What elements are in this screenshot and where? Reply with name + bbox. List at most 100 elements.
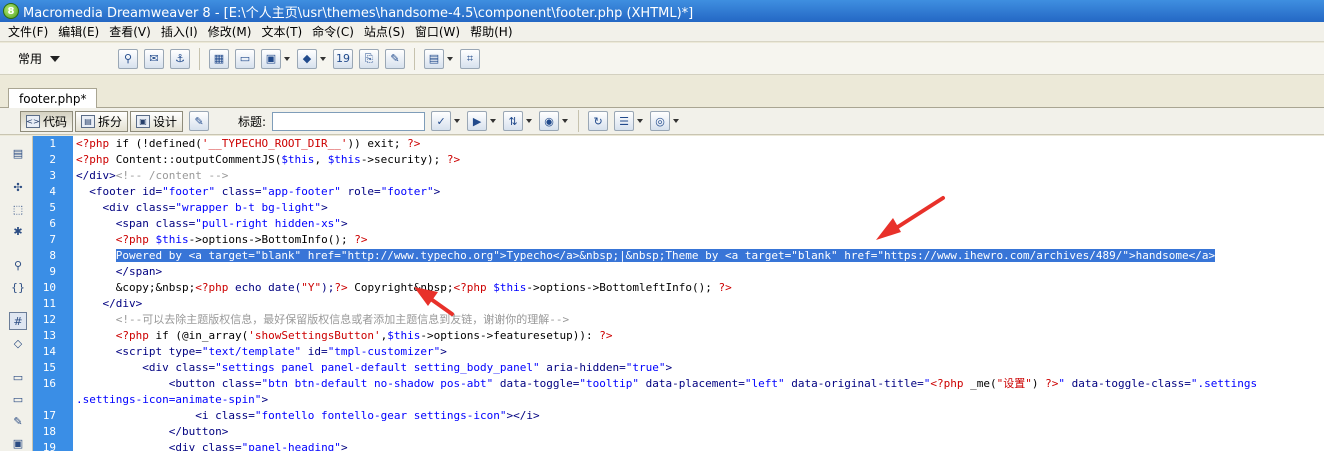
named-anchor-icon[interactable]: ⚓ xyxy=(170,48,190,69)
hyperlink-icon[interactable]: ⚲ xyxy=(118,48,138,69)
code-line[interactable]: <div class="wrapper b-t bg-light"> xyxy=(76,200,327,216)
file-transfer-icon[interactable]: ⇅ xyxy=(503,111,524,131)
expand-all-icon[interactable]: ✱ xyxy=(9,222,27,240)
layer-icon[interactable]: ▭ xyxy=(235,48,255,69)
menu-item-4[interactable]: 修改(M) xyxy=(204,23,256,40)
code-line[interactable]: </div> xyxy=(76,296,142,312)
split-view-button[interactable]: ▤ 拆分 xyxy=(75,110,129,132)
code-line[interactable]: <span class="pull-right hidden-xs"> xyxy=(76,216,348,232)
code-line[interactable]: <?php if (!defined('__TYPECHO_ROOT_DIR__… xyxy=(76,136,420,152)
date-icon[interactable]: 19 xyxy=(333,48,353,69)
image-icon[interactable]: ▣ xyxy=(261,48,281,69)
menu-item-7[interactable]: 站点(S) xyxy=(360,23,409,40)
code-line[interactable]: <footer id="footer" class="app-footer" r… xyxy=(76,184,440,200)
live-data-icon[interactable]: ✎ xyxy=(189,111,210,131)
visual-aids-icon[interactable]: ◎ xyxy=(650,111,671,131)
tag-chooser-icon[interactable]: ⌗ xyxy=(460,48,480,69)
code-token: <footer xyxy=(76,185,143,198)
apply-comment-icon[interactable]: ▭ xyxy=(9,368,27,386)
template-icon[interactable]: ▤ xyxy=(424,48,444,69)
menu-item-9[interactable]: 帮助(H) xyxy=(466,23,516,40)
remove-comment-icon[interactable]: ▭ xyxy=(9,390,27,408)
code-token: , xyxy=(314,153,328,166)
code-token: ) xyxy=(1031,377,1046,390)
code-token: if (@in_array( xyxy=(148,329,249,342)
menu-item-5[interactable]: 文本(T) xyxy=(257,23,306,40)
menu-item-8[interactable]: 窗口(W) xyxy=(411,23,464,40)
chevron-down-icon[interactable] xyxy=(447,56,453,61)
refresh-icon[interactable]: ↻ xyxy=(588,111,609,131)
menu-item-6[interactable]: 命令(C) xyxy=(308,23,358,40)
code-line[interactable]: </button> xyxy=(76,424,229,440)
chevron-down-icon[interactable] xyxy=(637,119,644,123)
document-title-input[interactable] xyxy=(272,111,426,131)
browser-check-icon[interactable]: ▶ xyxy=(467,111,488,131)
code-token: class= xyxy=(221,377,262,390)
code-line[interactable]: Powered by <a target="blank" href="http:… xyxy=(76,248,1216,264)
code-token: > xyxy=(340,441,348,451)
code-line[interactable]: <button class="btn btn-default no-shadow… xyxy=(76,376,1257,392)
code-token: ?> xyxy=(407,137,421,150)
chevron-down-icon[interactable] xyxy=(284,56,290,61)
document-tab[interactable]: footer.php* xyxy=(8,88,98,109)
preview-in-browser-icon[interactable]: ◉ xyxy=(539,111,560,131)
recent-snippets-icon[interactable]: ▣ xyxy=(9,434,27,451)
chevron-down-icon[interactable] xyxy=(320,56,326,61)
menu-item-1[interactable]: 编辑(E) xyxy=(54,23,103,40)
code-line[interactable]: &copy;&nbsp;<?php echo date("Y");?> Copy… xyxy=(76,280,732,296)
menu-item-0[interactable]: 文件(F) xyxy=(4,23,52,40)
wrap-tag-icon[interactable]: ✎ xyxy=(9,412,27,430)
code-line[interactable]: <script type="text/template" id="tmpl-cu… xyxy=(76,344,447,360)
code-token: </button> xyxy=(76,425,229,438)
balance-braces-icon[interactable]: {} xyxy=(9,278,27,296)
chevron-down-icon[interactable] xyxy=(562,119,569,123)
table-icon[interactable]: ▦ xyxy=(209,48,229,69)
code-view-button[interactable]: <> 代码 xyxy=(20,110,74,132)
code-token: $this xyxy=(281,153,315,166)
menu-bar: 文件(F) 编辑(E) 查看(V) 插入(I) 修改(M) 文本(T) 命令(C) 站点(S)… xyxy=(0,22,1324,42)
code-token: $this xyxy=(493,281,527,294)
line-number: 7 xyxy=(49,233,56,246)
code-line[interactable]: <i class="fontello fontello-gear setting… xyxy=(76,408,539,424)
code-token: > xyxy=(665,361,673,374)
code-line[interactable]: <?php if (@in_array('showSettingsButton'… xyxy=(76,328,613,344)
code-line[interactable]: <div class="settings panel panel-default… xyxy=(76,360,672,376)
chevron-down-icon[interactable] xyxy=(673,119,680,123)
menu-item-3[interactable]: 插入(I) xyxy=(157,23,202,40)
view-options-icon[interactable]: ☰ xyxy=(614,111,635,131)
collapse-tag-icon[interactable]: ✣ xyxy=(9,178,27,196)
collapse-selection-icon[interactable]: ⬚ xyxy=(9,200,27,218)
line-numbers-icon[interactable]: # xyxy=(9,312,27,330)
code-line[interactable]: <?php Content::outputCommentJS($this, $t… xyxy=(76,152,460,168)
code-token: "footer" xyxy=(380,185,434,198)
code-token: .settings-icon=animate-spin" xyxy=(76,393,262,406)
server-include-icon[interactable]: ⎘ xyxy=(359,48,379,69)
insert-category-select[interactable]: 常用 xyxy=(18,50,106,67)
code-line[interactable]: </div><!-- /content --> xyxy=(76,168,228,184)
comment-icon[interactable]: ✎ xyxy=(385,48,405,69)
line-number-gutter: − 12345678910111213141516171819 xyxy=(33,136,104,451)
chevron-down-icon[interactable] xyxy=(490,119,497,123)
email-link-icon[interactable]: ✉ xyxy=(144,48,164,69)
code-line[interactable]: </span> xyxy=(76,264,162,280)
select-parent-tag-icon[interactable]: ⚲ xyxy=(9,256,27,274)
media-icon[interactable]: ◆ xyxy=(297,48,317,69)
code-line[interactable]: <?php $this->options->BottomInfo(); ?> xyxy=(76,232,368,248)
code-editor[interactable]: <?php if (!defined('__TYPECHO_ROOT_DIR__… xyxy=(73,136,1324,451)
chevron-down-icon[interactable] xyxy=(526,119,533,123)
design-view-icon: ▣ xyxy=(136,114,151,128)
open-documents-icon[interactable]: ▤ xyxy=(9,144,27,162)
line-number: 14 xyxy=(42,345,56,358)
highlight-invalid-code-icon[interactable]: ◇ xyxy=(9,334,27,352)
line-number: 8 xyxy=(49,249,56,262)
code-line[interactable]: .settings-icon=animate-spin"> xyxy=(76,392,268,408)
validate-icon[interactable]: ✓ xyxy=(431,111,452,131)
code-line[interactable]: <!--可以去除主题版权信息，最好保留版权信息或者添加主题信息到友链，谢谢你的理… xyxy=(76,312,569,328)
design-view-button[interactable]: ▣ 设计 xyxy=(130,110,184,132)
code-view-icon: <> xyxy=(26,114,40,128)
code-token: class= xyxy=(215,185,262,198)
menu-item-2[interactable]: 查看(V) xyxy=(105,23,155,40)
code-token: data-original-title= xyxy=(784,377,924,390)
code-line[interactable]: <div class="panel-heading"> xyxy=(76,440,348,451)
chevron-down-icon[interactable] xyxy=(454,119,461,123)
